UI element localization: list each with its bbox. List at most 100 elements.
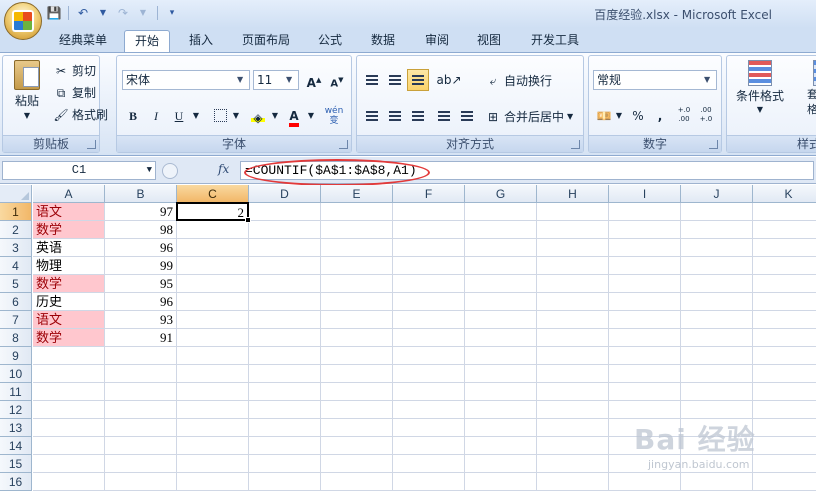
font-name-combo[interactable]: 宋体 ▼ bbox=[122, 70, 250, 90]
cell-b5[interactable]: 95 bbox=[105, 275, 177, 293]
cell-c9[interactable] bbox=[177, 347, 249, 365]
grow-font-button[interactable]: A▲ bbox=[303, 69, 325, 91]
row-header-11[interactable]: 11 bbox=[0, 383, 32, 401]
wrap-text-button[interactable]: ⤶ 自动换行 bbox=[485, 72, 552, 89]
cell-a12[interactable] bbox=[33, 401, 105, 419]
cell-b8[interactable]: 91 bbox=[105, 329, 177, 347]
cell-i7[interactable] bbox=[609, 311, 681, 329]
cell-d6[interactable] bbox=[249, 293, 321, 311]
column-header-e[interactable]: E bbox=[321, 185, 393, 203]
cell-c2[interactable] bbox=[177, 221, 249, 239]
italic-button[interactable]: I bbox=[145, 105, 167, 127]
cell-h15[interactable] bbox=[537, 455, 609, 473]
cell-i2[interactable] bbox=[609, 221, 681, 239]
cell-f16[interactable] bbox=[393, 473, 465, 491]
column-header-g[interactable]: G bbox=[465, 185, 537, 203]
tab-formulas[interactable]: 公式 bbox=[310, 30, 350, 52]
cell-j14[interactable] bbox=[681, 437, 753, 455]
cell-e5[interactable] bbox=[321, 275, 393, 293]
cell-f7[interactable] bbox=[393, 311, 465, 329]
cell-a2[interactable]: 数学 bbox=[33, 221, 105, 239]
cell-h4[interactable] bbox=[537, 257, 609, 275]
tab-home[interactable]: 开始 bbox=[124, 30, 170, 52]
tab-view[interactable]: 视图 bbox=[468, 30, 510, 52]
cell-a11[interactable] bbox=[33, 383, 105, 401]
cell-j3[interactable] bbox=[681, 239, 753, 257]
cell-e7[interactable] bbox=[321, 311, 393, 329]
cell-g11[interactable] bbox=[465, 383, 537, 401]
cell-e16[interactable] bbox=[321, 473, 393, 491]
cell-g5[interactable] bbox=[465, 275, 537, 293]
cell-a7[interactable]: 语文 bbox=[33, 311, 105, 329]
cell-k10[interactable] bbox=[753, 365, 816, 383]
cell-g8[interactable] bbox=[465, 329, 537, 347]
cell-j7[interactable] bbox=[681, 311, 753, 329]
cell-h13[interactable] bbox=[537, 419, 609, 437]
row-header-2[interactable]: 2 bbox=[0, 221, 32, 239]
cell-d10[interactable] bbox=[249, 365, 321, 383]
cell-h12[interactable] bbox=[537, 401, 609, 419]
cell-f5[interactable] bbox=[393, 275, 465, 293]
column-header-b[interactable]: B bbox=[105, 185, 177, 203]
cell-d11[interactable] bbox=[249, 383, 321, 401]
cell-j10[interactable] bbox=[681, 365, 753, 383]
cell-g14[interactable] bbox=[465, 437, 537, 455]
cell-d8[interactable] bbox=[249, 329, 321, 347]
cell-g2[interactable] bbox=[465, 221, 537, 239]
chevron-down-icon[interactable]: ▼ bbox=[269, 105, 281, 127]
cell-j4[interactable] bbox=[681, 257, 753, 275]
column-header-k[interactable]: K bbox=[753, 185, 816, 203]
cell-d4[interactable] bbox=[249, 257, 321, 275]
tab-review[interactable]: 审阅 bbox=[416, 30, 458, 52]
cell-b4[interactable]: 99 bbox=[105, 257, 177, 275]
cell-e4[interactable] bbox=[321, 257, 393, 275]
cell-f12[interactable] bbox=[393, 401, 465, 419]
cell-b10[interactable] bbox=[105, 365, 177, 383]
cell-b12[interactable] bbox=[105, 401, 177, 419]
row-header-5[interactable]: 5 bbox=[0, 275, 32, 293]
chevron-down-icon[interactable]: ▼ bbox=[305, 105, 317, 127]
cell-i6[interactable] bbox=[609, 293, 681, 311]
dialog-launcher-icon[interactable] bbox=[87, 140, 96, 149]
row-header-3[interactable]: 3 bbox=[0, 239, 32, 257]
tab-page-layout[interactable]: 页面布局 bbox=[234, 30, 298, 52]
cell-k6[interactable] bbox=[753, 293, 816, 311]
customize-qat-icon[interactable]: ▾ bbox=[164, 5, 180, 21]
cell-c7[interactable] bbox=[177, 311, 249, 329]
cell-d3[interactable] bbox=[249, 239, 321, 257]
row-header-10[interactable]: 10 bbox=[0, 365, 32, 383]
cell-i9[interactable] bbox=[609, 347, 681, 365]
chevron-down-icon[interactable]: ▼ bbox=[95, 5, 111, 21]
cell-c3[interactable] bbox=[177, 239, 249, 257]
row-header-16[interactable]: 16 bbox=[0, 473, 32, 491]
phonetic-guide-button[interactable]: wén 变 bbox=[320, 105, 348, 127]
cut-button[interactable]: ✂ 剪切 bbox=[53, 62, 96, 79]
cell-f13[interactable] bbox=[393, 419, 465, 437]
column-header-d[interactable]: D bbox=[249, 185, 321, 203]
cell-f11[interactable] bbox=[393, 383, 465, 401]
chevron-down-icon[interactable]: ▼ bbox=[230, 105, 242, 127]
cell-a4[interactable]: 物理 bbox=[33, 257, 105, 275]
dialog-launcher-icon[interactable] bbox=[339, 140, 348, 149]
cell-c10[interactable] bbox=[177, 365, 249, 383]
chevron-down-icon[interactable]: ▼ bbox=[190, 105, 202, 127]
dialog-launcher-icon[interactable] bbox=[571, 140, 580, 149]
column-header-a[interactable]: A bbox=[33, 185, 105, 203]
decrease-indent-button[interactable] bbox=[433, 105, 455, 127]
tab-insert[interactable]: 插入 bbox=[180, 30, 222, 52]
cell-d9[interactable] bbox=[249, 347, 321, 365]
column-header-j[interactable]: J bbox=[681, 185, 753, 203]
align-top-button[interactable] bbox=[361, 69, 383, 91]
row-header-14[interactable]: 14 bbox=[0, 437, 32, 455]
font-color-button[interactable]: A bbox=[283, 105, 305, 127]
cell-f10[interactable] bbox=[393, 365, 465, 383]
cell-h6[interactable] bbox=[537, 293, 609, 311]
cell-j2[interactable] bbox=[681, 221, 753, 239]
bold-button[interactable]: B bbox=[122, 105, 144, 127]
cell-f6[interactable] bbox=[393, 293, 465, 311]
cell-c15[interactable] bbox=[177, 455, 249, 473]
cell-b7[interactable]: 93 bbox=[105, 311, 177, 329]
cell-c8[interactable] bbox=[177, 329, 249, 347]
conditional-format-button[interactable]: 条件格式 ▼ bbox=[731, 60, 789, 114]
cell-h9[interactable] bbox=[537, 347, 609, 365]
